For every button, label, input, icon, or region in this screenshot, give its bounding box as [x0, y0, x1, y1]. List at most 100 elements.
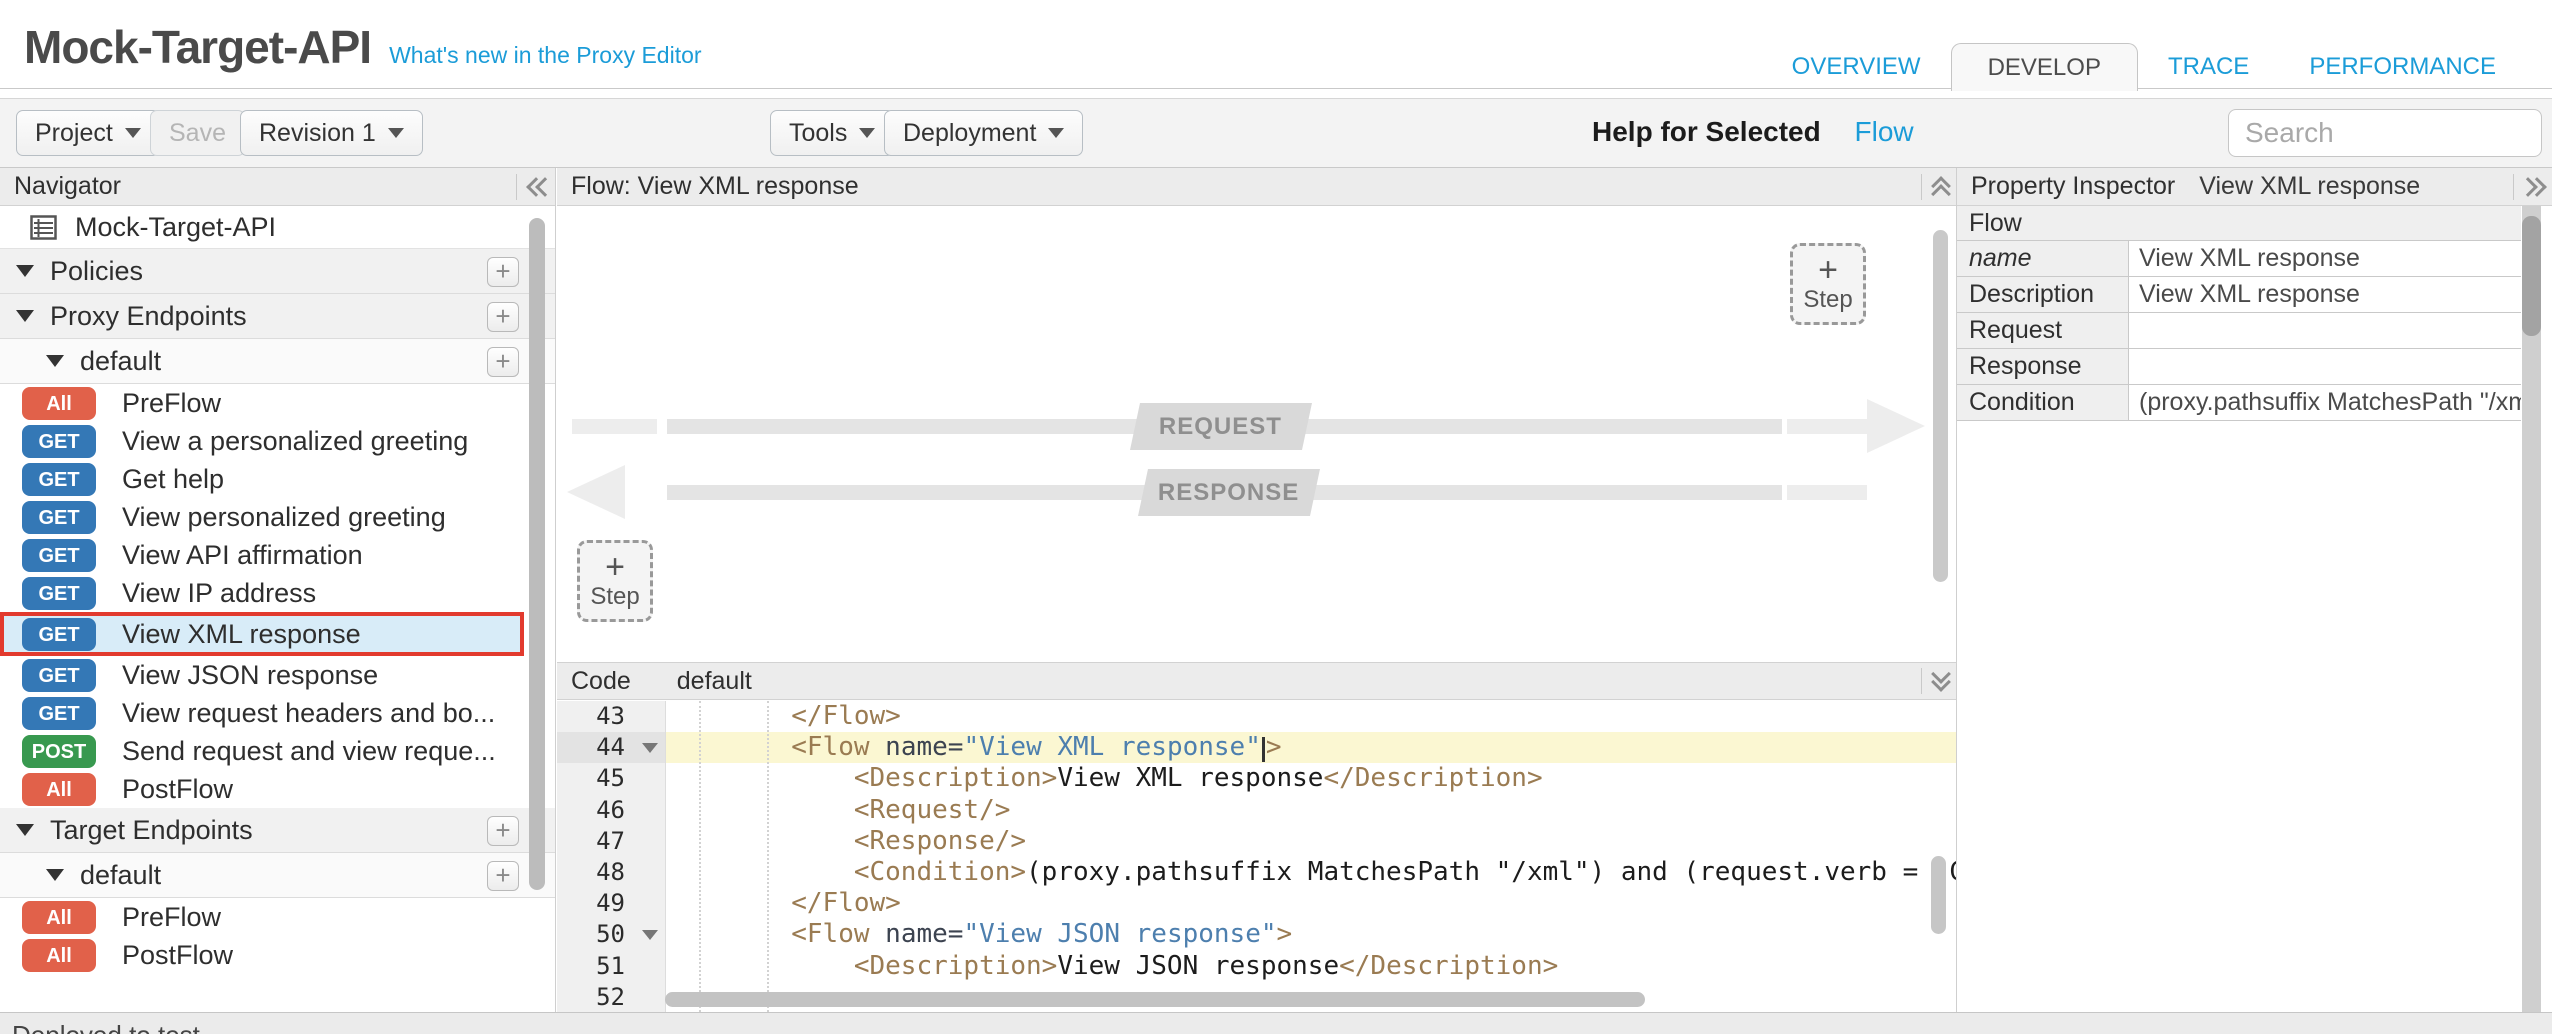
revision-button[interactable]: Revision 1: [240, 110, 423, 156]
fold-toggle-icon[interactable]: [635, 795, 666, 826]
code-line-content[interactable]: <Request/>: [666, 795, 1956, 826]
property-row-condition: Condition (proxy.pathsuffix MatchesPath …: [1957, 385, 2521, 421]
nav-item-view-request-headers-and-bo[interactable]: GET View request headers and bo...: [0, 694, 555, 732]
code-line-content[interactable]: <Description>View JSON response</Descrip…: [666, 951, 1956, 982]
text-cursor: [1262, 737, 1265, 762]
code-line-content[interactable]: <Flow name="View XML response">: [666, 732, 1956, 763]
fold-toggle-icon[interactable]: [635, 732, 666, 763]
code-line-45[interactable]: 45 <Description>View XML response</Descr…: [557, 763, 1956, 794]
nav-item-view-json-response[interactable]: GET View JSON response: [0, 656, 555, 694]
property-row-description: Description View XML response: [1957, 277, 2521, 313]
property-value-field[interactable]: (proxy.pathsuffix MatchesPath "/xml") an…: [2129, 385, 2521, 420]
code-horizontal-scrollbar[interactable]: [665, 992, 1645, 1007]
collapse-property-inspector-icon[interactable]: [2513, 168, 2544, 205]
add-button[interactable]: +: [487, 861, 519, 891]
fold-toggle-icon[interactable]: [635, 919, 666, 950]
nav-section-proxy-endpoints[interactable]: Proxy Endpoints +: [0, 294, 555, 339]
tools-button[interactable]: Tools: [770, 110, 894, 156]
code-line-51[interactable]: 51 <Description>View JSON response</Desc…: [557, 951, 1956, 982]
whats-new-link[interactable]: What's new in the Proxy Editor: [389, 42, 701, 69]
code-vertical-scrollbar[interactable]: [1931, 856, 1946, 934]
code-file-tab[interactable]: default: [677, 667, 752, 696]
code-line-content[interactable]: <Flow name="View JSON response">: [666, 919, 1956, 950]
code-line-48[interactable]: 48 <Condition>(proxy.pathsuffix MatchesP…: [557, 857, 1956, 888]
section-toggle-icon[interactable]: [16, 310, 34, 322]
section-toggle-icon[interactable]: [16, 265, 34, 277]
add-button[interactable]: +: [487, 347, 519, 377]
nav-item-postflow[interactable]: All PostFlow: [0, 936, 555, 974]
nav-item-preflow[interactable]: All PreFlow: [0, 384, 555, 422]
tab-performance[interactable]: PERFORMANCE: [2279, 43, 2526, 91]
add-step-request-button[interactable]: + Step: [1790, 243, 1866, 325]
nav-section-policies[interactable]: Policies +: [0, 249, 555, 294]
section-toggle-icon[interactable]: [46, 355, 64, 367]
line-number: 49: [557, 888, 635, 919]
code-line-44[interactable]: 44 <Flow name="View XML response">: [557, 732, 1956, 763]
collapse-flow-panel-icon[interactable]: [1921, 168, 1948, 205]
code-line-content[interactable]: <Condition>(proxy.pathsuffix MatchesPath…: [666, 857, 1956, 888]
navigator-scrollbar[interactable]: [529, 218, 545, 890]
fold-toggle-icon[interactable]: [635, 888, 666, 919]
tab-develop[interactable]: DEVELOP: [1951, 43, 2138, 91]
code-line-46[interactable]: 46 <Request/>: [557, 795, 1956, 826]
chevron-down-icon: [859, 128, 875, 138]
fold-toggle-icon[interactable]: [635, 857, 666, 888]
deployment-button[interactable]: Deployment: [884, 110, 1083, 156]
tab-trace[interactable]: TRACE: [2138, 43, 2279, 91]
collapse-navigator-icon[interactable]: [516, 168, 547, 205]
nav-item-get-help[interactable]: GET Get help: [0, 460, 555, 498]
nav-item-postflow[interactable]: All PostFlow: [0, 770, 555, 808]
nav-item-view-ip-address[interactable]: GET View IP address: [0, 574, 555, 612]
nav-item-preflow[interactable]: All PreFlow: [0, 898, 555, 936]
method-badge: GET: [22, 697, 96, 730]
flow-canvas-scrollbar[interactable]: [1933, 230, 1948, 582]
chevron-down-icon: [388, 128, 404, 138]
add-button[interactable]: +: [487, 816, 519, 846]
nav-item-view-a-personalized-greeting[interactable]: GET View a personalized greeting: [0, 422, 555, 460]
fold-toggle-icon[interactable]: [635, 982, 666, 1012]
code-line-47[interactable]: 47 <Response/>: [557, 826, 1956, 857]
line-number: 46: [557, 795, 635, 826]
fold-toggle-icon[interactable]: [635, 701, 666, 732]
fold-toggle-icon[interactable]: [635, 763, 666, 794]
fold-toggle-icon[interactable]: [635, 951, 666, 982]
code-line-43[interactable]: 43 </Flow>: [557, 701, 1956, 732]
property-value-field[interactable]: View XML response: [2129, 241, 2521, 276]
property-section-label: Flow: [1969, 209, 2022, 238]
nav-item-view-personalized-greeting[interactable]: GET View personalized greeting: [0, 498, 555, 536]
property-value-field[interactable]: [2129, 313, 2521, 348]
nav-section-default[interactable]: default +: [0, 853, 555, 898]
property-row-name: name View XML response: [1957, 241, 2521, 277]
expand-code-panel-icon[interactable]: [1921, 663, 1948, 699]
line-number: 47: [557, 826, 635, 857]
save-button[interactable]: Save: [150, 110, 245, 156]
property-scrollbar-thumb[interactable]: [2522, 216, 2541, 336]
section-toggle-icon[interactable]: [16, 824, 34, 836]
help-flow-link[interactable]: Flow: [1855, 116, 1914, 147]
project-button[interactable]: Project: [16, 110, 160, 156]
fold-toggle-icon[interactable]: [635, 826, 666, 857]
code-line-49[interactable]: 49 </Flow>: [557, 888, 1956, 919]
nav-root-item[interactable]: Mock-Target-API: [0, 206, 555, 249]
code-panel-title: Code: [571, 667, 631, 696]
code-line-content[interactable]: <Response/>: [666, 826, 1956, 857]
add-button[interactable]: +: [487, 257, 519, 287]
property-value-field[interactable]: [2129, 349, 2521, 384]
nav-item-view-api-affirmation[interactable]: GET View API affirmation: [0, 536, 555, 574]
add-button[interactable]: +: [487, 302, 519, 332]
search-input[interactable]: [2228, 109, 2542, 157]
nav-item-send-request-and-view-reque[interactable]: POST Send request and view reque...: [0, 732, 555, 770]
section-toggle-icon[interactable]: [46, 869, 64, 881]
tab-overview[interactable]: OVERVIEW: [1762, 43, 1951, 91]
code-line-content[interactable]: </Flow>: [666, 888, 1956, 919]
code-line-content[interactable]: <Description>View XML response</Descript…: [666, 763, 1956, 794]
nav-section-target-endpoints[interactable]: Target Endpoints +: [0, 808, 555, 853]
nav-item-view-xml-response[interactable]: GET View XML response: [0, 612, 524, 656]
property-value-field[interactable]: View XML response: [2129, 277, 2521, 312]
nav-section-default[interactable]: default +: [0, 339, 555, 384]
code-line-content[interactable]: </Flow>: [666, 701, 1956, 732]
add-step-response-button[interactable]: + Step: [577, 540, 653, 622]
code-line-50[interactable]: 50 <Flow name="View JSON response">: [557, 919, 1956, 950]
code-editor[interactable]: 43 </Flow> 44 <Flow name="View XML respo…: [557, 701, 1956, 1012]
flow-diagram-canvas[interactable]: REQUEST RESPONSE + Step + Step: [557, 206, 1956, 662]
